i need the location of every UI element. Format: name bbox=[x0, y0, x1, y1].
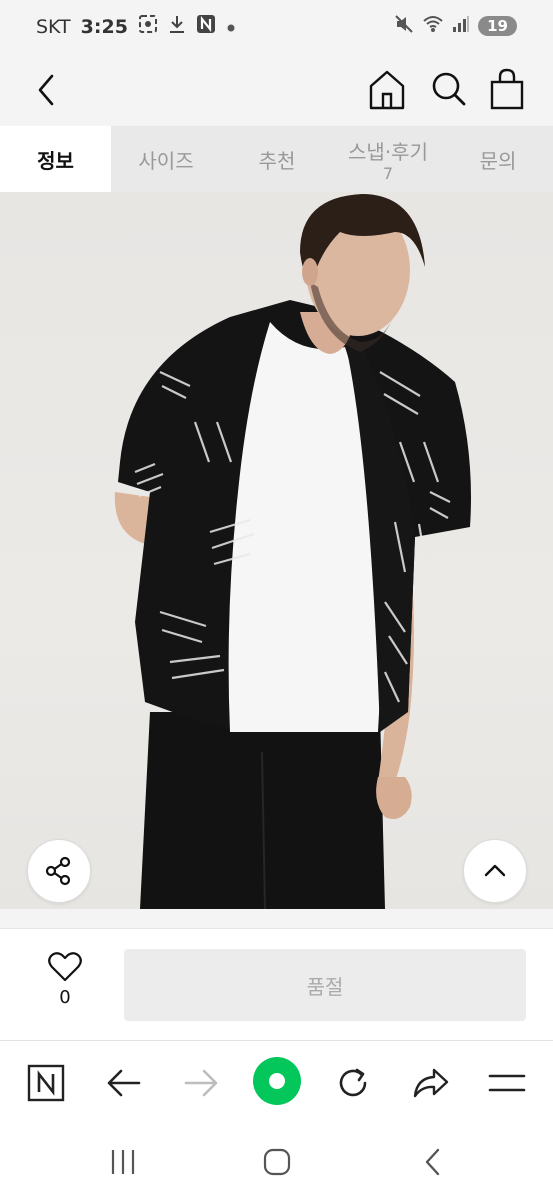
model-illustration bbox=[114, 194, 471, 909]
signal-icon bbox=[452, 15, 470, 37]
tab-label: 정보 bbox=[37, 148, 74, 173]
carrier-label: SKT bbox=[36, 15, 71, 38]
tab-size[interactable]: 사이즈 bbox=[111, 126, 221, 192]
tab-inquiry[interactable]: 문의 bbox=[443, 126, 553, 192]
tab-label: 사이즈 bbox=[138, 148, 194, 173]
battery-badge: 19 bbox=[478, 16, 517, 36]
tab-snap-review[interactable]: 스냅·후기 7 bbox=[333, 126, 443, 192]
purchase-bar: 0 품절 bbox=[0, 928, 553, 1041]
status-left: SKT 3:25 bbox=[36, 14, 236, 39]
refresh-icon bbox=[339, 1068, 367, 1097]
heart-icon bbox=[48, 952, 82, 982]
refresh-button[interactable] bbox=[328, 1059, 378, 1107]
share-button[interactable] bbox=[27, 839, 91, 903]
chevron-left-icon bbox=[425, 1148, 440, 1176]
tab-recommend[interactable]: 추천 bbox=[221, 126, 333, 192]
browser-forward-button[interactable] bbox=[176, 1059, 226, 1107]
scroll-top-button[interactable] bbox=[463, 839, 527, 903]
share-icon bbox=[45, 856, 71, 886]
arrow-left-icon bbox=[107, 1069, 141, 1097]
back-icon bbox=[38, 74, 54, 106]
tab-label: 스냅·후기 bbox=[348, 139, 428, 164]
clock: 3:25 bbox=[80, 15, 128, 38]
home-button[interactable] bbox=[364, 64, 410, 114]
shopping-bag-icon bbox=[490, 68, 524, 110]
dot-icon bbox=[226, 16, 236, 38]
tab-info[interactable]: 정보 bbox=[0, 126, 111, 192]
product-photo bbox=[0, 192, 553, 909]
review-count: 7 bbox=[382, 163, 394, 183]
shopping-bag-button[interactable] bbox=[484, 64, 530, 114]
wifi-icon bbox=[422, 14, 444, 38]
home-system-button[interactable] bbox=[252, 1144, 302, 1180]
naver-icon bbox=[27, 1064, 65, 1102]
home-square-icon bbox=[263, 1148, 291, 1176]
chevron-up-icon bbox=[484, 864, 506, 877]
browser-toolbar bbox=[0, 1040, 553, 1125]
download-icon bbox=[168, 14, 186, 39]
back-button[interactable] bbox=[30, 68, 66, 112]
menu-button[interactable] bbox=[482, 1059, 532, 1107]
tab-label: 추천 bbox=[258, 148, 296, 173]
system-back-button[interactable] bbox=[408, 1144, 458, 1180]
system-navigation bbox=[0, 1124, 553, 1200]
hamburger-icon bbox=[488, 1074, 526, 1092]
green-dot-icon bbox=[253, 1057, 301, 1105]
like-count: 0 bbox=[59, 987, 71, 1008]
arrow-right-icon bbox=[184, 1069, 218, 1097]
home-icon bbox=[369, 70, 405, 110]
status-right: 19 bbox=[394, 14, 517, 38]
recent-apps-icon bbox=[111, 1150, 135, 1174]
tab-label: 문의 bbox=[479, 148, 517, 173]
screenshot-icon bbox=[138, 14, 158, 39]
mute-icon bbox=[394, 14, 414, 38]
recent-apps-button[interactable] bbox=[98, 1144, 148, 1180]
soldout-button[interactable]: 품절 bbox=[124, 949, 526, 1021]
top-nav bbox=[0, 54, 553, 126]
status-bar: SKT 3:25 19 bbox=[0, 0, 553, 54]
browser-back-button[interactable] bbox=[99, 1059, 149, 1107]
green-dot-button[interactable] bbox=[251, 1055, 303, 1107]
section-tabs: 정보 사이즈 추천 스냅·후기 7 문의 bbox=[0, 126, 553, 192]
forward-share-icon bbox=[413, 1068, 449, 1098]
naver-home-button[interactable] bbox=[21, 1059, 71, 1107]
search-icon bbox=[432, 72, 466, 106]
browser-share-button[interactable] bbox=[406, 1059, 456, 1107]
like-button[interactable]: 0 bbox=[40, 951, 90, 1008]
search-button[interactable] bbox=[426, 64, 472, 114]
naver-notification-icon bbox=[196, 14, 216, 39]
